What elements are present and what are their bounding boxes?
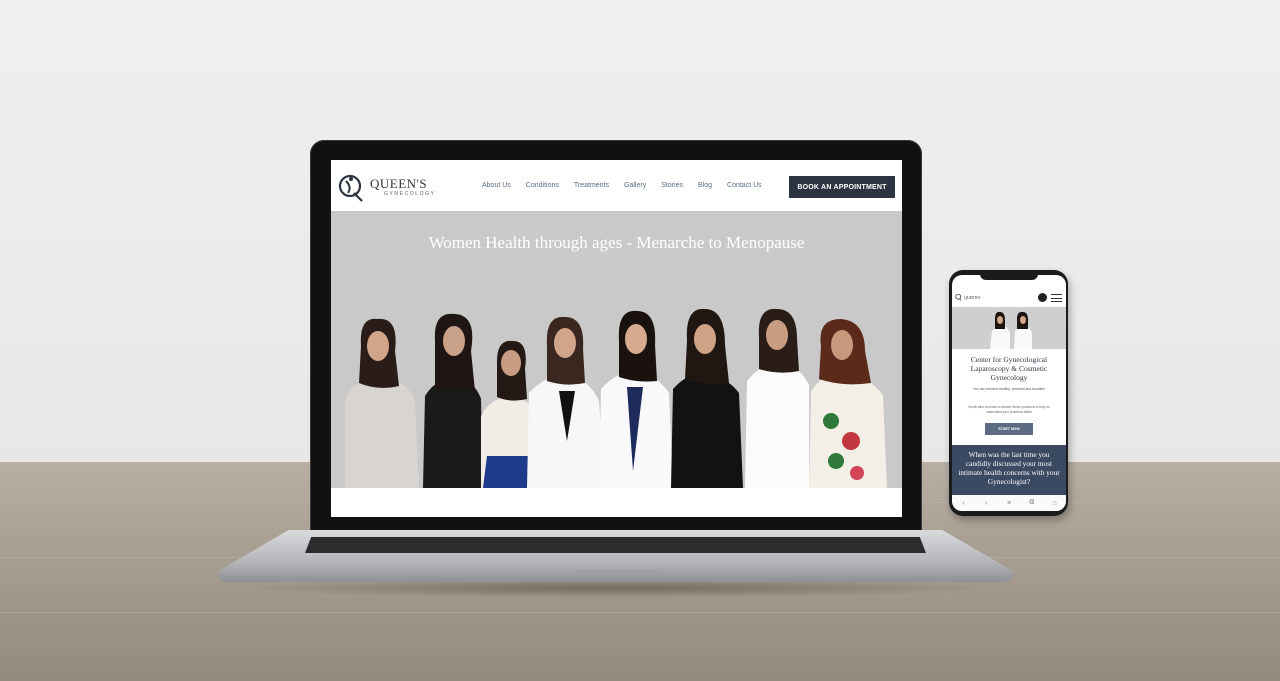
phone-prompt-text: Kindly take a minute to answer these que… (968, 405, 1050, 414)
search-icon[interactable] (1038, 293, 1047, 302)
laptop-keyboard (305, 537, 926, 553)
hamburger-menu-icon[interactable] (1051, 294, 1062, 302)
logo-subtitle: GYNECOLOGY (384, 191, 436, 197)
phone-notch (980, 271, 1038, 280)
queen-logo-icon (338, 174, 363, 202)
logo-name: QUEEN'S (370, 176, 428, 191)
main-nav: About Us Conditions Treatments Gallery S… (482, 182, 777, 189)
phone-screen: QUEEN'S Center for Gynecological Laparos… (952, 275, 1066, 511)
site-logo[interactable]: QUEEN'S GYNECOLOGY (338, 170, 438, 204)
phone-browser-bar: ‹ › ≡ ⧉ ⌂ (952, 495, 1066, 511)
phone-page-title: Center for Gynecological Laparoscopy & C… (970, 355, 1048, 382)
queen-logo-icon (955, 293, 962, 301)
menu-icon[interactable]: ≡ (1002, 500, 1016, 507)
nav-about-us[interactable]: About Us (482, 182, 511, 189)
nav-gallery[interactable]: Gallery (624, 182, 646, 189)
woman-6 (671, 308, 743, 488)
woman-1 (345, 318, 419, 488)
woman-5 (599, 310, 673, 488)
hero-banner: Women Health through ages - Menarche to … (331, 211, 902, 488)
woman-4 (527, 316, 605, 488)
phone-logo-name: QUEEN'S (964, 294, 981, 300)
nav-contact-us[interactable]: Contact Us (727, 182, 762, 189)
nav-conditions[interactable]: Conditions (526, 182, 559, 189)
hero-title: Women Health through ages - Menarche to … (428, 233, 805, 252)
phone-logo[interactable]: QUEEN'S (955, 293, 981, 301)
phone-header: QUEEN'S (952, 289, 1066, 307)
nav-stories[interactable]: Stories (661, 182, 683, 189)
phone-question: When was the last time you candidly disc… (958, 450, 1060, 486)
woman-2 (423, 313, 483, 488)
nav-blog[interactable]: Blog (698, 182, 712, 189)
laptop-notch (576, 570, 658, 575)
start-now-button[interactable]: START NOW (985, 423, 1033, 435)
laptop-screen: QUEEN'S GYNECOLOGY About Us Conditions T… (331, 160, 902, 517)
home-icon[interactable]: ⌂ (1048, 500, 1062, 507)
site-header: QUEEN'S GYNECOLOGY About Us Conditions T… (331, 160, 902, 211)
nav-treatments[interactable]: Treatments (574, 182, 609, 189)
tabs-icon[interactable]: ⧉ (1025, 499, 1039, 507)
book-appointment-button[interactable]: BOOK AN APPOINTMENT (789, 176, 895, 198)
woman-8 (809, 319, 887, 488)
phone-subtitle: You can become healthy, powerful and bea… (973, 387, 1045, 391)
back-icon[interactable]: ‹ (956, 500, 970, 507)
woman-7 (745, 308, 809, 488)
phone-question-section: When was the last time you candidly disc… (952, 445, 1066, 495)
forward-icon[interactable]: › (979, 500, 993, 507)
phone-hero-image (952, 307, 1066, 349)
